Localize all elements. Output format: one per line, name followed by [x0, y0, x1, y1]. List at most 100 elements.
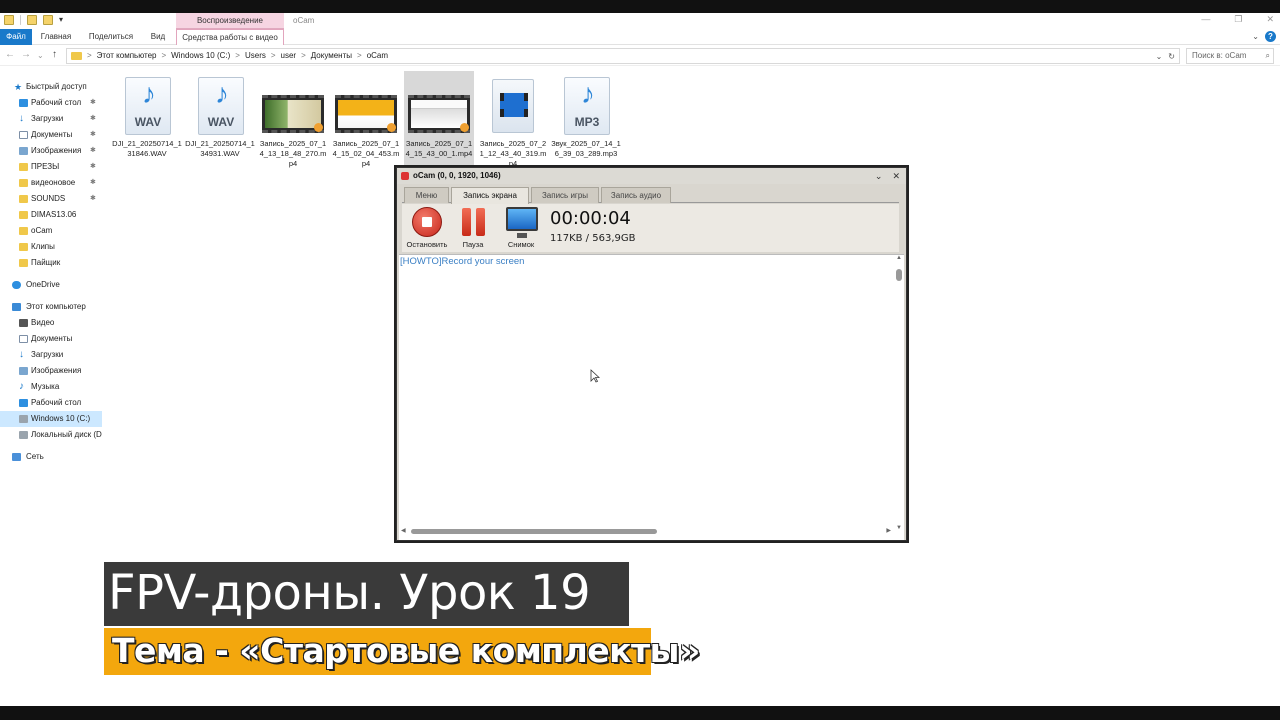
- sidebar-item-sounds[interactable]: SOUNDS ✱: [0, 191, 102, 207]
- file-name: DJI_21_20250714_131846.WAV: [112, 139, 182, 158]
- sidebar-item-label: Рабочий стол: [31, 98, 82, 107]
- minimize-button[interactable]: ⌄: [875, 168, 883, 184]
- sidebar-item-downloads[interactable]: ↓ Загрузки ✱: [0, 111, 102, 127]
- recent-locations-button[interactable]: ⌄: [37, 51, 44, 60]
- maximize-button[interactable]: ❐: [1234, 14, 1242, 25]
- back-button[interactable]: ←: [5, 49, 15, 60]
- file-item[interactable]: Запись_2025_07_14_15_02_04_453.mp4: [331, 71, 401, 177]
- drive-icon: [19, 415, 28, 423]
- sidebar-item-ocam[interactable]: oCam: [0, 223, 102, 239]
- file-extension-label: WAV: [134, 115, 162, 129]
- file-item[interactable]: Запись_2025_07_14_15_43_00_1.mp4: [404, 71, 474, 177]
- chevron-down-icon[interactable]: ▾: [59, 15, 63, 25]
- context-tab-header: Воспроизведение: [176, 13, 284, 29]
- up-button[interactable]: ↑: [52, 49, 57, 60]
- help-icon[interactable]: ?: [1265, 31, 1276, 42]
- minimize-button[interactable]: —: [1201, 14, 1210, 25]
- howto-link[interactable]: [HOWTO]Record your screen: [400, 256, 524, 267]
- sidebar-item-label: Документы: [31, 130, 73, 139]
- pin-icon: ✱: [90, 99, 96, 106]
- pin-icon: ✱: [90, 147, 96, 154]
- sidebar-item-pictures[interactable]: Изображения ✱: [0, 143, 102, 159]
- address-row: ← → ⌄ ↑ > Этот компьютер > Windows 10 (C…: [0, 46, 1280, 66]
- tab-file[interactable]: Файл: [0, 29, 32, 45]
- drive-icon: [19, 431, 28, 439]
- address-bar[interactable]: > Этот компьютер > Windows 10 (C:) > Use…: [66, 48, 1180, 64]
- close-button[interactable]: ✕: [892, 168, 900, 184]
- refresh-icon[interactable]: ↻: [1168, 50, 1175, 64]
- sidebar-item-drive-c[interactable]: Windows 10 (C:): [0, 411, 102, 427]
- tab-video-tools[interactable]: Средства работы с видео: [176, 29, 284, 45]
- sidebar-item-documents-pc[interactable]: Документы: [0, 331, 102, 347]
- tab-audio-record[interactable]: Запись аудио: [601, 187, 671, 203]
- properties-icon[interactable]: [27, 15, 37, 25]
- horizontal-scrollbar[interactable]: ◀ ▶: [399, 527, 891, 536]
- sidebar-item-label: Видео: [31, 318, 55, 327]
- breadcrumb-documents[interactable]: Документы: [311, 49, 352, 63]
- quick-access-toolbar[interactable]: ▾: [4, 15, 63, 25]
- sidebar-item-drive-d[interactable]: Локальный диск (D: [0, 427, 102, 443]
- sidebar-item-this-pc[interactable]: Этот компьютер: [0, 299, 102, 315]
- file-item[interactable]: Запись_2025_07_14_13_18_48_270.mp4: [258, 71, 328, 177]
- chevron-down-icon[interactable]: ⌄: [1252, 32, 1259, 41]
- tab-share[interactable]: Поделиться: [84, 29, 138, 45]
- sidebar-item-desktop-pc[interactable]: Рабочий стол: [0, 395, 102, 411]
- tab-home[interactable]: Главная: [36, 29, 76, 45]
- new-folder-icon[interactable]: [43, 15, 53, 25]
- ocam-title-bar[interactable]: oCam (0, 0, 1920, 1046) ⌄ ✕: [397, 168, 906, 184]
- sidebar-item-downloads-pc[interactable]: ↓ Загрузки: [0, 347, 102, 363]
- pictures-icon: [19, 147, 28, 155]
- breadcrumb-users[interactable]: Users: [245, 49, 266, 63]
- tab-menu[interactable]: Меню: [404, 187, 449, 203]
- sidebar-item-videonovoe[interactable]: видеоновое ✱: [0, 175, 102, 191]
- sidebar-item-label: Изображения: [31, 366, 82, 375]
- search-placeholder: Поиск в: oCam: [1192, 51, 1247, 60]
- breadcrumb-user[interactable]: user: [281, 49, 297, 63]
- scroll-down-icon[interactable]: ▼: [896, 525, 902, 531]
- sidebar-item-label: Рабочий стол: [31, 398, 82, 407]
- folder-icon: [19, 243, 28, 251]
- scroll-right-icon[interactable]: ▶: [886, 527, 891, 534]
- scroll-thumb[interactable]: [896, 269, 902, 281]
- sidebar-item-video[interactable]: Видео: [0, 315, 102, 331]
- address-dropdown-icon[interactable]: ⌄: [1156, 50, 1163, 64]
- sidebar-item-payshchik[interactable]: Пайщик: [0, 255, 102, 271]
- tab-game-record[interactable]: Запись игры: [531, 187, 599, 203]
- sidebar-item-quick-access[interactable]: ★ Быстрый доступ: [0, 79, 102, 95]
- lesson-topic-caption: Тема - «Стартовые комплекты»: [104, 628, 700, 675]
- sidebar-item-klipy[interactable]: Клипы: [0, 239, 102, 255]
- scroll-left-icon[interactable]: ◀: [401, 527, 406, 534]
- pause-button[interactable]: Пауза: [450, 206, 496, 250]
- file-item[interactable]: ♪ WAV DJI_21_20250714_131846.WAV: [112, 71, 182, 177]
- ocam-toolbar: Остановить Пауза Снимок 00:00:04 117KB /…: [402, 204, 899, 252]
- sidebar-item-dimas[interactable]: DIMAS13.06: [0, 207, 102, 223]
- sidebar-item-documents[interactable]: Документы ✱: [0, 127, 102, 143]
- vertical-scrollbar[interactable]: ▲ ▼: [896, 255, 902, 531]
- sidebar-item-pictures-pc[interactable]: Изображения: [0, 363, 102, 379]
- sidebar-item-music[interactable]: ♪ Музыка: [0, 379, 102, 395]
- close-button[interactable]: ✕: [1266, 14, 1274, 25]
- breadcrumb-drive-c[interactable]: Windows 10 (C:): [171, 49, 230, 63]
- scroll-up-icon[interactable]: ▲: [896, 255, 902, 261]
- tab-view[interactable]: Вид: [146, 29, 170, 45]
- sidebar-item-desktop[interactable]: Рабочий стол ✱: [0, 95, 102, 111]
- search-input[interactable]: Поиск в: oCam ⌕: [1186, 48, 1274, 64]
- sidebar-item-prezy[interactable]: ПРЕЗЫ ✱: [0, 159, 102, 175]
- file-name: Звук_2025_07_14_16_39_03_289.mp3: [551, 139, 621, 158]
- scroll-thumb[interactable]: [411, 529, 657, 534]
- divider: [20, 15, 21, 25]
- navigation-pane: ★ Быстрый доступ Рабочий стол ✱ ↓ Загруз…: [0, 71, 102, 631]
- breadcrumb-ocam[interactable]: oCam: [367, 49, 388, 63]
- snapshot-button[interactable]: Снимок: [498, 206, 544, 250]
- breadcrumb-this-pc[interactable]: Этот компьютер: [97, 49, 157, 63]
- tab-screen-record[interactable]: Запись экрана: [451, 187, 529, 204]
- file-item[interactable]: ♪ WAV DJI_21_20250714_134931.WAV: [185, 71, 255, 177]
- stop-button[interactable]: Остановить: [404, 206, 450, 250]
- file-item[interactable]: ♪ MP3 Звук_2025_07_14_16_39_03_289.mp3: [551, 71, 621, 177]
- forward-button[interactable]: →: [21, 49, 31, 60]
- stop-label: Остановить: [406, 240, 448, 249]
- file-item[interactable]: Запись_2025_07_21_12_43_40_319.mp4: [478, 71, 548, 177]
- sidebar-item-network[interactable]: Сеть: [0, 449, 102, 465]
- sidebar-item-onedrive[interactable]: OneDrive: [0, 277, 102, 293]
- file-name: Запись_2025_07_21_12_43_40_319.mp4: [479, 139, 547, 168]
